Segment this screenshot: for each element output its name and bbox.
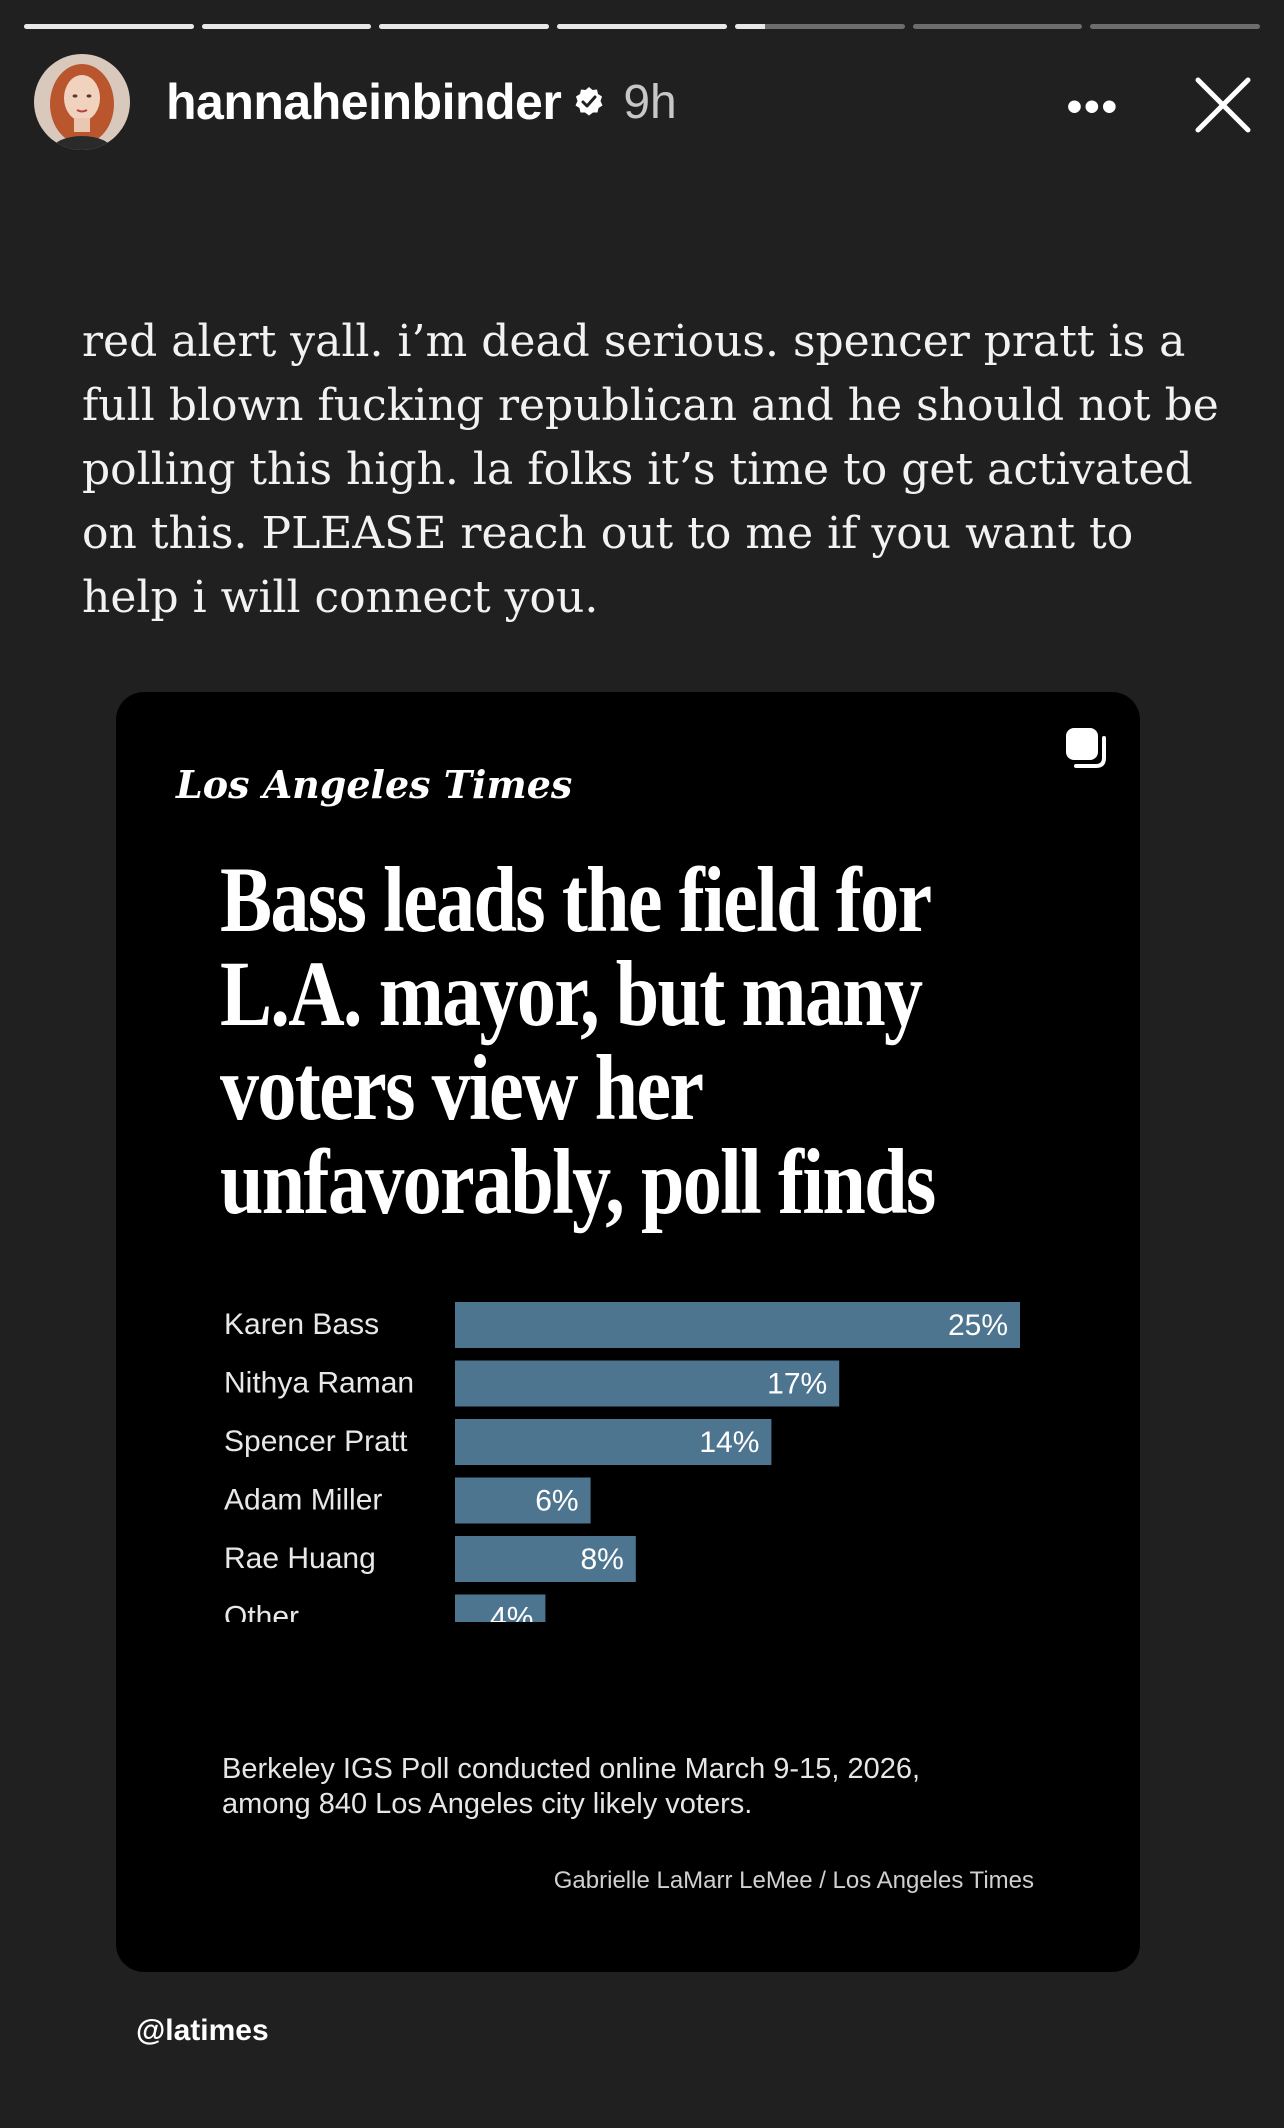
- username[interactable]: hannaheinbinder: [166, 73, 562, 131]
- story-progress-fill: [557, 24, 727, 29]
- story-progress-fill: [379, 24, 550, 29]
- story-progress-segment: [1090, 24, 1261, 29]
- shared-post-card[interactable]: Los Angeles Times Bass leads the field f…: [116, 692, 1140, 1972]
- more-options-icon[interactable]: •••: [1067, 82, 1119, 132]
- bar-value-label: 4%: [490, 1602, 533, 1623]
- close-icon[interactable]: [1192, 74, 1254, 136]
- article-headline: Bass leads the field for L.A. mayor, but…: [220, 849, 936, 1234]
- bar: [455, 1302, 1020, 1348]
- bar-category-label: Nithya Raman: [224, 1367, 414, 1400]
- story-progress-segment: [24, 24, 194, 29]
- bar-category-label: Spencer Pratt: [224, 1425, 408, 1458]
- story-progress-segment: [734, 24, 905, 29]
- story-progress-segment: [201, 24, 372, 29]
- story-progress-segment: [912, 24, 1083, 29]
- avatar[interactable]: [34, 54, 130, 150]
- story-progress-fill: [24, 24, 194, 29]
- carousel-icon: [1066, 728, 1106, 768]
- story-header: hannaheinbinder 9h •••: [34, 52, 1254, 152]
- story-progress-segment: [557, 24, 727, 29]
- story-progress-bar: [24, 24, 1261, 30]
- graphic-credit: Gabrielle LaMarr LeMee / Los Angeles Tim…: [553, 1867, 1034, 1894]
- post-time: 9h: [623, 75, 677, 129]
- poll-source-line-2: among 840 Los Angeles city likely voters…: [222, 1788, 753, 1820]
- bar-value-label: 17%: [767, 1368, 827, 1401]
- story-progress-fill: [734, 24, 766, 29]
- bar-category-label: Karen Bass: [224, 1308, 379, 1341]
- story-progress-segment: [379, 24, 550, 29]
- poll-source-line-1: Berkeley IGS Poll conducted online March…: [222, 1753, 921, 1785]
- bar-category-label: Rae Huang: [224, 1542, 376, 1575]
- verified-badge-icon: [575, 87, 603, 116]
- bar-category-label: Adam Miller: [224, 1484, 382, 1517]
- bar-value-label: 14%: [699, 1426, 759, 1459]
- publication-logo: Los Angeles Times: [176, 762, 573, 807]
- poll-source-note: Berkeley IGS Poll conducted online March…: [222, 1752, 920, 1822]
- bar-value-label: 8%: [580, 1543, 623, 1576]
- story-caption: red alert yall. i’m dead serious. spence…: [82, 316, 1219, 623]
- bar-value-label: 6%: [535, 1485, 578, 1518]
- mention-sticker[interactable]: @latimes: [136, 2014, 269, 2048]
- bar-category-label: Other: [224, 1601, 299, 1623]
- story-progress-fill: [201, 24, 372, 29]
- poll-bar-chart: Karen Bass 25% Nithya Raman 17% Spencer Prat…: [224, 1302, 1020, 1623]
- bar-value-label: 25%: [948, 1309, 1008, 1342]
